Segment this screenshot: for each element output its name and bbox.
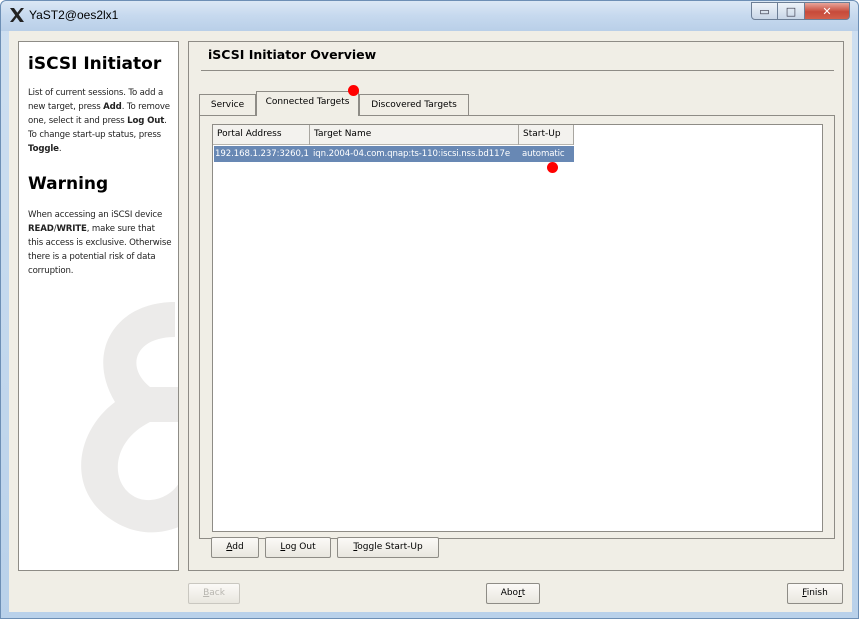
close-button[interactable]: ✕ [805, 2, 850, 20]
button-label-rest: inish [806, 588, 828, 598]
finish-button[interactable]: Finish [787, 583, 843, 604]
window-client-area: iSCSI Initiator List of current sessions… [9, 31, 852, 612]
page-title: iSCSI Initiator Overview [208, 47, 377, 62]
button-label-rest: ack [209, 588, 225, 598]
warning-text: When accessing an iSCSI device READ/WRIT… [28, 208, 172, 278]
column-header-portal-address[interactable]: Portal Address [213, 125, 310, 145]
help-keyword-add: Add [103, 102, 122, 112]
minimize-icon: ▭ [759, 4, 770, 18]
title-bar[interactable]: YaST2@oes2lx1 ▭ □ ✕ [1, 1, 858, 31]
red-marker-dot [348, 85, 359, 96]
warning-heading: Warning [28, 174, 109, 194]
sessions-table[interactable]: Portal Address Target Name Start-Up 192.… [212, 124, 823, 532]
button-label-rest: og Out [285, 542, 316, 552]
yast-window: YaST2@oes2lx1 ▭ □ ✕ iSCSI Initiator List… [0, 0, 859, 619]
window-controls: ▭ □ ✕ [751, 2, 850, 20]
column-header-target-name[interactable]: Target Name [310, 125, 519, 145]
help-intro-text: List of current sessions. To add a new t… [28, 86, 172, 156]
table-header: Portal Address Target Name Start-Up [213, 125, 574, 145]
cell-start-up: automatic [522, 149, 565, 159]
title-separator [201, 70, 834, 71]
button-label-rest: oggle Start-Up [357, 542, 423, 552]
help-text-fragment: . [58, 144, 62, 154]
tab-connected-targets[interactable]: Connected Targets [256, 91, 359, 116]
maximize-icon: □ [785, 4, 797, 18]
tab-service[interactable]: Service [199, 94, 256, 115]
main-panel: iSCSI Initiator Overview Service Connect… [188, 41, 844, 571]
tab-discovered-targets[interactable]: Discovered Targets [359, 94, 469, 115]
column-header-start-up[interactable]: Start-Up [519, 125, 574, 145]
abort-button[interactable]: Abort [486, 583, 540, 604]
help-text-fragment: When accessing an iSCSI device [28, 210, 163, 220]
help-keyword-toggle: Toggle [28, 144, 59, 154]
button-label-rest: dd [232, 542, 244, 552]
close-icon: ✕ [822, 4, 832, 18]
x-logo-icon [10, 8, 24, 22]
maximize-button[interactable]: □ [778, 2, 805, 20]
log-out-button[interactable]: Log Out [265, 537, 331, 558]
red-marker-dot [547, 162, 558, 173]
button-label-rest: t [521, 588, 526, 598]
table-row[interactable]: 192.168.1.237:3260,1 iqn.2004-04.com.qna… [214, 146, 574, 162]
cell-portal-address: 192.168.1.237:3260,1 [215, 149, 309, 159]
toggle-start-up-button[interactable]: Toggle Start-Up [337, 537, 439, 558]
help-panel[interactable]: iSCSI Initiator List of current sessions… [18, 41, 179, 571]
minimize-button[interactable]: ▭ [751, 2, 778, 20]
help-keyword-logout: Log Out [127, 116, 165, 126]
cell-target-name: iqn.2004-04.com.qnap:ts-110:iscsi.nss.bd… [313, 149, 511, 159]
button-label-pre: Abo [500, 588, 519, 598]
tab-panel-connected-targets: Portal Address Target Name Start-Up 192.… [199, 115, 835, 539]
window-title: YaST2@oes2lx1 [29, 8, 119, 22]
help-keyword-write: WRITE [56, 224, 87, 234]
help-keyword-read: READ [28, 224, 54, 234]
add-button[interactable]: Add [211, 537, 259, 558]
help-heading: iSCSI Initiator [28, 54, 162, 74]
watermark-logo-icon [81, 302, 178, 533]
back-button[interactable]: Back [188, 583, 240, 604]
